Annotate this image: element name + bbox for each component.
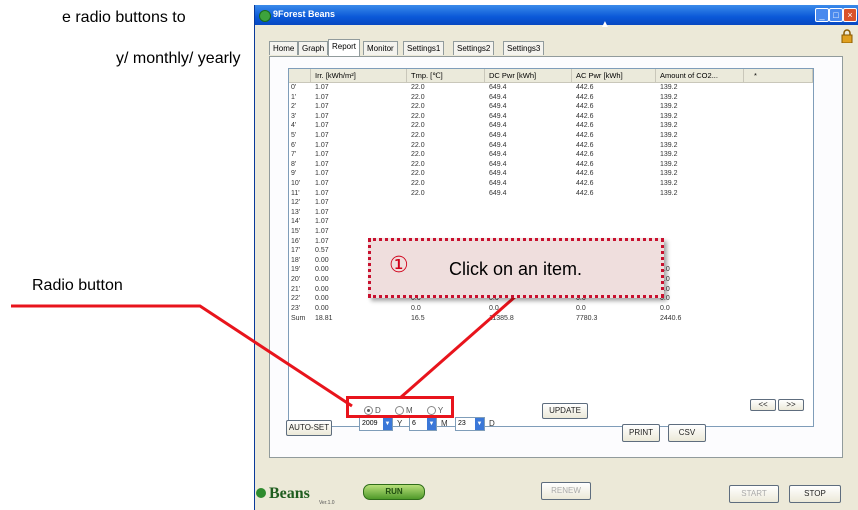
radio-highlight-box: [346, 396, 454, 418]
instruction-callout: ① Click on an item.: [368, 238, 664, 298]
step-number: ①: [389, 253, 409, 278]
callout-pointer-line: [399, 294, 517, 400]
callout-text: Click on an item.: [449, 259, 583, 279]
radio-pointer-line: [11, 304, 353, 408]
